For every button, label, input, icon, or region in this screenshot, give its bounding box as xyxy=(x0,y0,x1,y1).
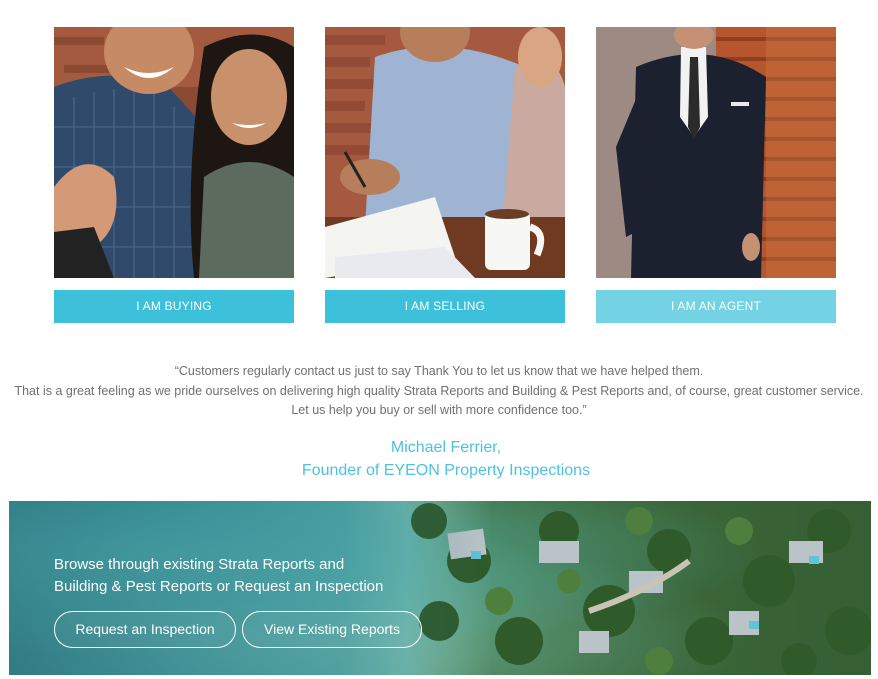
quote-line-1: “Customers regularly contact us just to … xyxy=(174,364,704,378)
view-existing-reports-button[interactable]: View Existing Reports xyxy=(242,611,422,648)
reports-banner: Browse through existing Strata Reports a… xyxy=(9,501,871,675)
selling-photo xyxy=(325,27,565,278)
selling-card: I AM SELLING xyxy=(325,27,565,323)
i-am-buying-button[interactable]: I AM BUYING xyxy=(54,290,294,323)
banner-tagline: Browse through existing Strata Reports a… xyxy=(54,554,434,598)
quote-line-2: That is a great feeling as we pride ours… xyxy=(14,383,864,398)
buying-photo xyxy=(54,27,294,278)
agent-photo xyxy=(596,27,836,278)
author-title: Founder of EYEON Property Inspections xyxy=(301,462,591,479)
request-inspection-button[interactable]: Request an Inspection xyxy=(54,611,236,648)
author-name: Michael Ferrier, xyxy=(390,439,502,456)
i-am-an-agent-button[interactable]: I AM AN AGENT xyxy=(596,290,836,323)
buying-card: I AM BUYING xyxy=(54,27,294,323)
testimonial-author: Michael Ferrier, Founder of EYEON Proper… xyxy=(0,436,878,482)
tagline-line-1: Browse through existing Strata Reports a… xyxy=(54,556,345,573)
i-am-selling-button[interactable]: I AM SELLING xyxy=(325,290,565,323)
quote-line-3: Let us help you buy or sell with more co… xyxy=(291,403,587,417)
testimonial-quote: “Customers regularly contact us just to … xyxy=(0,362,878,421)
tagline-line-2: Building & Pest Reports or Request an In… xyxy=(54,578,384,595)
agent-card: I AM AN AGENT xyxy=(596,27,836,323)
